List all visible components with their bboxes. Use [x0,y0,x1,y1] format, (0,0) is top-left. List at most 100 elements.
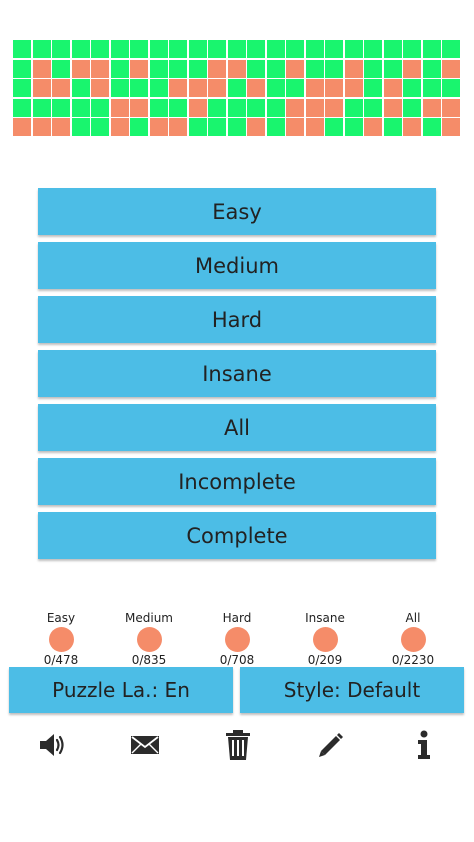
logo-tile [130,79,148,97]
logo-tile [110,79,129,97]
progress-dot [400,627,426,652]
complete-button[interactable]: Complete [38,512,436,559]
stat-hard: Hard 0/708 [193,611,281,667]
logo-tile [247,40,265,58]
stat-label: Insane [305,611,345,625]
logo-tile [442,59,460,78]
logo-tile [442,118,460,136]
logo-tile [325,118,343,136]
logo-tile [325,98,343,117]
logo-tile [442,98,460,117]
logo-tile [305,118,324,136]
logo-tile [364,40,382,58]
style-button[interactable]: Style: Default [240,667,464,713]
logo-tile [403,59,421,78]
progress-stats: Easy 0/478 Medium 0/835 Hard 0/708 Insan… [17,611,457,667]
all-button[interactable]: All [38,404,436,451]
logo-tile [364,98,382,117]
logo-tile [52,59,70,78]
logo-tile [208,79,226,97]
logo-tile [52,40,70,58]
logo-tile [266,40,285,58]
medium-button[interactable]: Medium [38,242,436,289]
logo-tile [169,118,187,136]
logo-tile [286,79,304,97]
logo-tile [422,98,441,117]
logo-tile [286,98,304,117]
logo-tile [227,118,246,136]
stat-label: Hard [222,611,252,625]
logo-tile [188,118,207,136]
logo-tile [364,59,382,78]
logo-tile [286,40,304,58]
logo-tile [383,79,402,97]
logo-tile [188,59,207,78]
puzzle-language-button[interactable]: Puzzle La.: En [9,667,233,713]
stat-all: All 0/2230 [369,611,457,667]
stat-label: Easy [46,611,76,625]
info-icon [418,730,430,759]
logo-tile [130,98,148,117]
logo-tile [110,98,129,117]
logo-tile [91,79,109,97]
easy-button[interactable]: Easy [38,188,436,235]
logo-tile [325,40,343,58]
logo-tile [52,118,70,136]
logo-tile [266,59,285,78]
stat-easy: Easy 0/478 [17,611,105,667]
logo-tile [149,59,168,78]
logo-tile [286,59,304,78]
hard-button[interactable]: Hard [38,296,436,343]
stat-label: Medium [125,611,173,625]
logo-tile [403,98,421,117]
logo-tile [344,40,363,58]
incomplete-button[interactable]: Incomplete [38,458,436,505]
logo-tile [247,79,265,97]
insane-button[interactable]: Insane [38,350,436,397]
app-logo [13,40,461,138]
logo-tile [325,79,343,97]
stat-label: All [405,611,421,625]
logo-tile [383,59,402,78]
logo-tile [422,79,441,97]
logo-tile [227,40,246,58]
logo-tile [266,79,285,97]
stat-count: 0/478 [43,653,79,667]
logo-tile [325,59,343,78]
logo-tile [247,98,265,117]
stat-insane: Insane 0/209 [281,611,369,667]
logo-tile [344,79,363,97]
logo-tile [32,79,51,97]
logo-tile [13,98,31,117]
logo-tile [266,118,285,136]
logo-tile [32,40,51,58]
sound-button[interactable] [15,727,89,763]
logo-tile [227,98,246,117]
logo-tile [91,118,109,136]
logo-tile [422,118,441,136]
speaker-icon [40,734,64,756]
logo-tile [52,79,70,97]
logo-tile [91,59,109,78]
logo-tile [169,40,187,58]
logo-tile [169,79,187,97]
logo-tile [442,40,460,58]
stat-count: 0/708 [219,653,255,667]
trash-icon [226,730,250,760]
logo-tile [149,40,168,58]
logo-tile [188,98,207,117]
email-button[interactable] [108,727,182,763]
logo-tile [52,98,70,117]
info-button[interactable] [387,727,461,763]
logo-tile [13,79,31,97]
logo-tile [32,59,51,78]
logo-tile [266,98,285,117]
logo-tile [208,40,226,58]
bottom-toolbar [15,727,461,763]
logo-tile [247,59,265,78]
logo-tile [442,79,460,97]
difficulty-menu: Easy Medium Hard Insane All Incomplete C… [38,188,436,566]
edit-button[interactable] [294,727,368,763]
delete-button[interactable] [201,727,275,763]
logo-tile [32,98,51,117]
